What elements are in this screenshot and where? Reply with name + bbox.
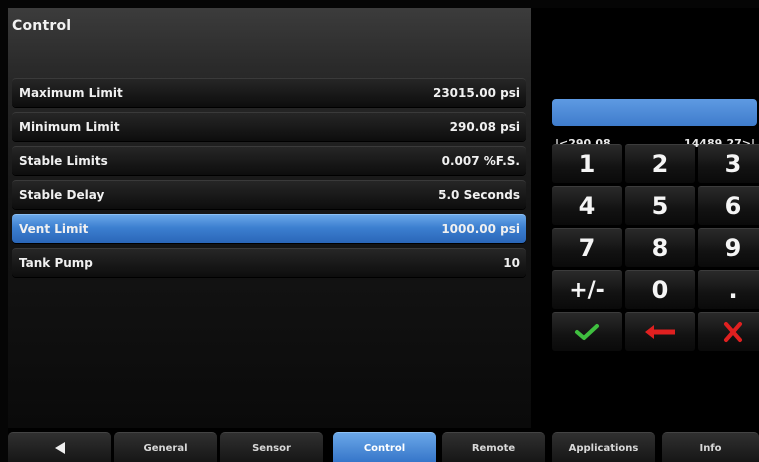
tab-remote[interactable]: Remote	[442, 432, 545, 462]
numeric-keypad: |<290.08 14489.27>| 1 2 3 4 5 6 7 8 9 +/…	[537, 8, 759, 428]
setting-label: Tank Pump	[19, 256, 93, 270]
settings-list: Maximum Limit 23015.00 psi Minimum Limit…	[12, 78, 526, 282]
setting-row-vent-limit[interactable]: Vent Limit 1000.00 psi	[12, 214, 526, 243]
key-plus-minus[interactable]: +/-	[552, 270, 622, 309]
tab-control[interactable]: Control	[333, 432, 436, 462]
setting-value: 1000.00 psi	[441, 222, 520, 236]
setting-row-maximum-limit[interactable]: Maximum Limit 23015.00 psi	[12, 78, 526, 107]
setting-value: 290.08 psi	[449, 120, 520, 134]
backspace-arrow-icon	[645, 325, 675, 339]
back-button[interactable]	[8, 432, 111, 462]
key-decimal-point[interactable]: .	[698, 270, 759, 309]
tab-applications[interactable]: Applications	[552, 432, 655, 462]
setting-label: Stable Limits	[19, 154, 108, 168]
control-panel: Control Maximum Limit 23015.00 psi Minim…	[8, 8, 531, 428]
setting-row-minimum-limit[interactable]: Minimum Limit 290.08 psi	[12, 112, 526, 141]
key-7[interactable]: 7	[552, 228, 622, 267]
value-entry-field[interactable]	[552, 99, 757, 126]
setting-value: 0.007 %F.S.	[441, 154, 520, 168]
cancel-button[interactable]	[698, 312, 759, 351]
key-1[interactable]: 1	[552, 144, 622, 183]
key-2[interactable]: 2	[625, 144, 695, 183]
bottom-tab-bar: General Sensor Control Remote Applicatio…	[8, 432, 759, 462]
tab-sensor[interactable]: Sensor	[220, 432, 323, 462]
setting-value: 10	[503, 256, 520, 270]
key-3[interactable]: 3	[698, 144, 759, 183]
setting-row-stable-delay[interactable]: Stable Delay 5.0 Seconds	[12, 180, 526, 209]
enter-button[interactable]	[552, 312, 622, 351]
setting-row-stable-limits[interactable]: Stable Limits 0.007 %F.S.	[12, 146, 526, 175]
check-icon	[575, 324, 599, 340]
setting-label: Maximum Limit	[19, 86, 123, 100]
key-5[interactable]: 5	[625, 186, 695, 225]
setting-label: Vent Limit	[19, 222, 89, 236]
setting-label: Minimum Limit	[19, 120, 120, 134]
setting-value: 23015.00 psi	[432, 86, 520, 100]
key-6[interactable]: 6	[698, 186, 759, 225]
page-title: Control	[12, 18, 72, 34]
tab-general[interactable]: General	[114, 432, 217, 462]
setting-label: Stable Delay	[19, 188, 105, 202]
setting-row-tank-pump[interactable]: Tank Pump 10	[12, 248, 526, 277]
setting-value: 5.0 Seconds	[438, 188, 520, 202]
backspace-button[interactable]	[625, 312, 695, 351]
tab-info[interactable]: Info	[662, 432, 759, 462]
back-triangle-icon	[54, 442, 65, 454]
key-9[interactable]: 9	[698, 228, 759, 267]
key-4[interactable]: 4	[552, 186, 622, 225]
screen: Control Maximum Limit 23015.00 psi Minim…	[8, 8, 759, 462]
key-8[interactable]: 8	[625, 228, 695, 267]
key-0[interactable]: 0	[625, 270, 695, 309]
x-cancel-icon	[724, 322, 742, 342]
